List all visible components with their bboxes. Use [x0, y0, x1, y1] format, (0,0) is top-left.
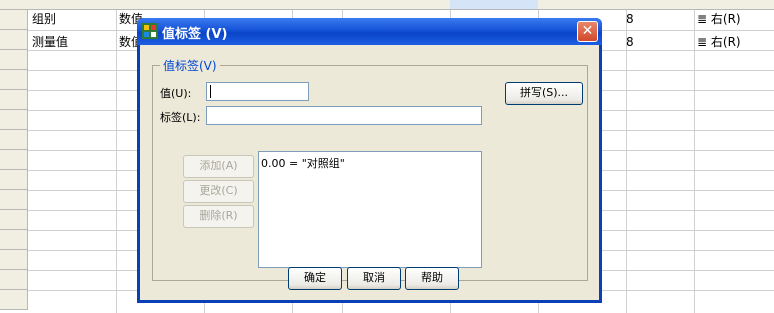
dialog-body: 值标签(V) 值(U): 标签(L): 拼写(S)... 添加(A) 更改(C)…	[140, 45, 599, 300]
row-number[interactable]	[0, 210, 28, 230]
label-label: 标签(L):	[160, 111, 201, 124]
value-labels-list[interactable]: 0.00 = "对照组"	[258, 151, 482, 268]
cell-name[interactable]: 组别	[32, 9, 56, 29]
row-number[interactable]	[0, 290, 28, 310]
row-number[interactable]	[0, 130, 28, 150]
row-number[interactable]	[0, 170, 28, 190]
corner-header	[0, 0, 29, 10]
value-input[interactable]	[206, 82, 309, 101]
column-header-width[interactable]	[204, 0, 293, 10]
value-label: 值(U):	[160, 87, 192, 100]
text-caret	[210, 85, 211, 98]
row-number[interactable]	[0, 150, 28, 170]
spelling-button[interactable]: 拼写(S)...	[505, 82, 583, 105]
align-right-icon: ≣	[697, 12, 708, 26]
row-number[interactable]	[0, 250, 28, 270]
row-number[interactable]	[0, 50, 28, 70]
row-number[interactable]	[0, 90, 28, 110]
cell-align[interactable]: ≣ 右(R)	[697, 9, 741, 29]
ok-button[interactable]: 确定	[288, 267, 342, 290]
close-button[interactable]: ✕	[577, 21, 598, 42]
value-labels-dialog: 值标签 (V) ✕ 值标签(V) 值(U): 标签(L): 拼写(S)... 添…	[137, 18, 602, 303]
list-item[interactable]: 0.00 = "对照组"	[261, 155, 345, 171]
cancel-button[interactable]: 取消	[347, 267, 401, 290]
add-button[interactable]: 添加(A)	[183, 155, 254, 178]
cell-align[interactable]: ≣ 右(R)	[697, 32, 741, 52]
dialog-titlebar[interactable]: 值标签 (V) ✕	[137, 18, 602, 45]
cell-columns[interactable]: 8	[626, 9, 634, 29]
row-number[interactable]	[0, 270, 28, 290]
row-number[interactable]	[0, 230, 28, 250]
row-number[interactable]	[0, 110, 28, 130]
align-value: 右(R)	[710, 35, 741, 49]
column-header-values[interactable]	[450, 0, 539, 10]
align-right-icon: ≣	[697, 35, 708, 49]
label-input[interactable]	[206, 106, 482, 125]
column-header-label[interactable]	[342, 0, 451, 10]
row-number[interactable]	[0, 30, 28, 50]
group-title: 值标签(V)	[160, 57, 220, 74]
cell-name[interactable]: 测量值	[32, 32, 68, 52]
remove-button[interactable]: 删除(R)	[183, 205, 254, 228]
help-button[interactable]: 帮助	[405, 267, 459, 290]
column-header-columns[interactable]	[626, 0, 695, 10]
cell-columns[interactable]: 8	[626, 32, 634, 52]
align-value: 右(R)	[710, 12, 741, 26]
column-header-decimals[interactable]	[292, 0, 343, 10]
row-number[interactable]	[0, 10, 28, 30]
dialog-title: 值标签 (V)	[162, 27, 228, 42]
column-header-missing[interactable]	[538, 0, 627, 10]
grid-line	[116, 10, 117, 313]
grid-line	[626, 10, 627, 313]
row-number[interactable]	[0, 70, 28, 90]
change-button[interactable]: 更改(C)	[183, 180, 254, 203]
spss-value-labels-icon	[142, 23, 158, 39]
grid-line	[694, 10, 695, 313]
row-number[interactable]	[0, 190, 28, 210]
